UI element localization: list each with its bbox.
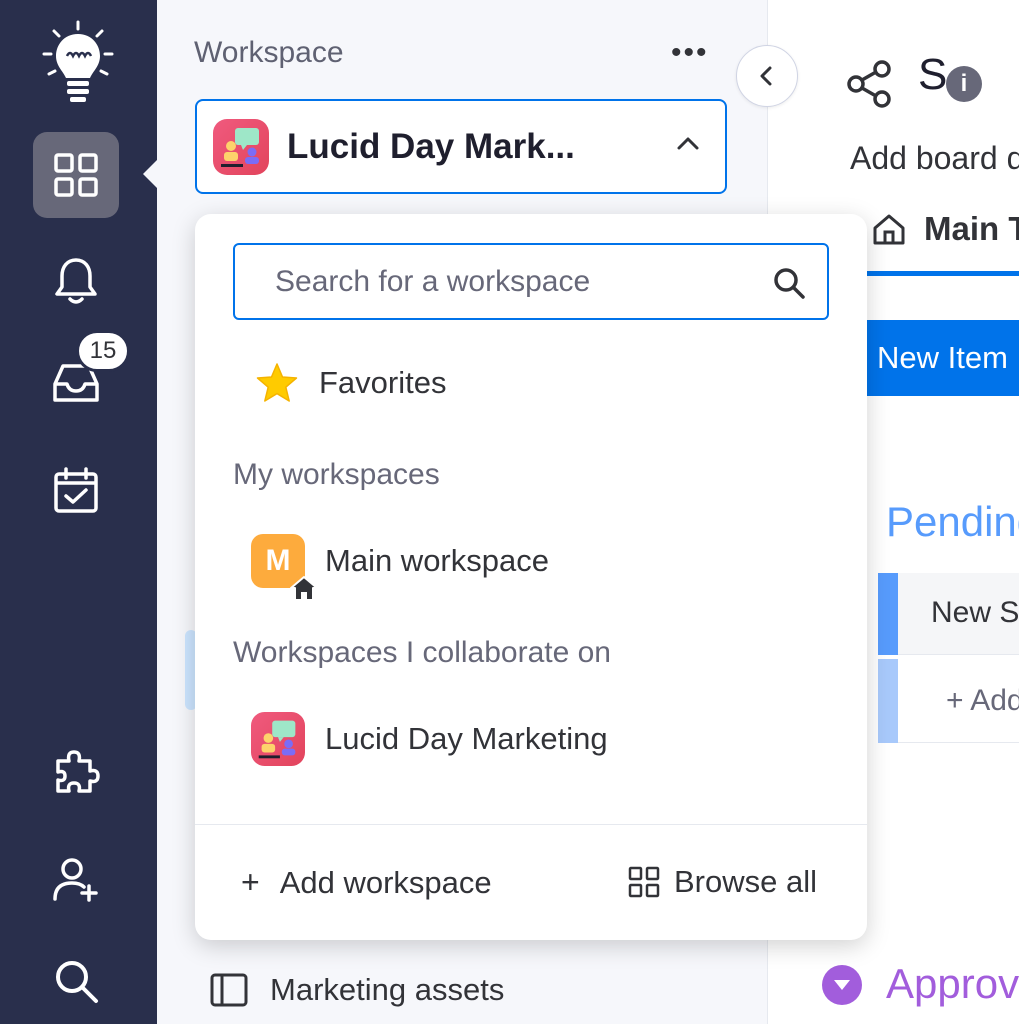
tab-main-table[interactable]: Main T — [872, 210, 1019, 248]
workspace-item-label: Lucid Day Marketing — [325, 721, 608, 756]
add-item-label[interactable]: + Add — [946, 684, 1019, 718]
tab-label: Main T — [924, 210, 1019, 247]
workspace-heading: Workspace — [194, 36, 344, 69]
workspace-more-button[interactable]: ••• — [671, 36, 709, 70]
share-button[interactable] — [846, 60, 894, 113]
home-icon — [873, 214, 905, 245]
bell-icon — [55, 258, 97, 304]
share-icon — [847, 60, 891, 108]
workspace-item-lucid-day[interactable]: Lucid Day Marketing — [251, 712, 608, 766]
star-icon — [256, 363, 298, 402]
group-color-bar-light — [878, 659, 898, 743]
home-icon — [290, 576, 318, 601]
caret-down-icon — [834, 980, 850, 990]
calendar-check-icon — [54, 467, 98, 513]
favorites-item[interactable]: Favorites — [255, 362, 446, 404]
grid-icon — [54, 153, 98, 197]
rail-apps-button[interactable] — [33, 728, 119, 814]
collab-workspaces-heading: Workspaces I collaborate on — [233, 636, 611, 669]
sidebar-item-label: Marketing assets — [270, 972, 505, 1007]
sidebar-item-marketing-assets[interactable]: Marketing assets — [210, 972, 504, 1008]
bulb-logo-icon[interactable] — [40, 20, 116, 115]
browse-all-label: Browse all — [674, 864, 817, 899]
left-rail: 15 — [0, 0, 157, 1024]
group-collapse-icon[interactable] — [822, 965, 862, 1005]
rail-my-work-button[interactable] — [33, 448, 119, 534]
inbox-count-badge: 15 — [76, 330, 130, 372]
chevron-left-icon — [760, 66, 772, 86]
workspace-search-box[interactable] — [233, 243, 829, 320]
board-title[interactable]: S — [918, 50, 947, 100]
workspace-selector[interactable]: Lucid Day Mark... — [195, 99, 727, 194]
rail-active-pointer — [143, 160, 157, 188]
lucid-day-workspace-icon — [251, 712, 305, 766]
add-user-icon — [53, 858, 98, 902]
workspace-avatar: M — [251, 534, 318, 601]
rail-workspaces-button[interactable] — [33, 132, 119, 218]
browse-all-button[interactable]: Browse all — [628, 864, 817, 900]
workspace-item-main[interactable]: M Main workspace — [251, 534, 549, 601]
my-workspaces-heading: My workspaces — [233, 458, 440, 491]
group-title-pending[interactable]: Pending — [886, 498, 1019, 546]
search-icon — [56, 961, 98, 1003]
rail-search-button[interactable] — [33, 938, 119, 1024]
chevron-up-icon — [677, 137, 699, 150]
group-title-approved[interactable]: Approv — [886, 960, 1019, 1008]
add-workspace-button[interactable]: + Add workspace — [241, 864, 492, 901]
workspace-search-input[interactable] — [275, 264, 755, 299]
active-tab-indicator — [866, 271, 1019, 276]
add-workspace-label: Add workspace — [279, 864, 492, 900]
workspace-dropdown: Favorites My workspaces M Main workspace… — [195, 214, 867, 940]
rail-notifications-button[interactable] — [33, 238, 119, 324]
collapse-sidebar-button[interactable] — [736, 45, 798, 107]
plus-icon: + — [241, 864, 260, 900]
favorites-label: Favorites — [319, 365, 447, 400]
table-cell-item-name[interactable]: New S — [931, 596, 1019, 630]
search-icon — [774, 268, 805, 299]
board-icon — [210, 973, 248, 1007]
lucid-day-workspace-icon — [213, 118, 269, 175]
selected-workspace-name: Lucid Day Mark... — [287, 126, 575, 166]
puzzle-icon — [56, 750, 100, 793]
rail-invite-button[interactable] — [33, 836, 119, 922]
workspace-initial: M — [265, 544, 291, 577]
board-info-icon[interactable]: i — [946, 66, 982, 102]
group-color-bar — [878, 573, 898, 655]
workspace-item-label: Main workspace — [325, 543, 549, 578]
grid-icon — [628, 866, 660, 898]
new-item-button[interactable]: New Item — [866, 320, 1019, 396]
dropdown-divider — [195, 824, 867, 825]
add-board-description[interactable]: Add board d — [850, 140, 1019, 177]
